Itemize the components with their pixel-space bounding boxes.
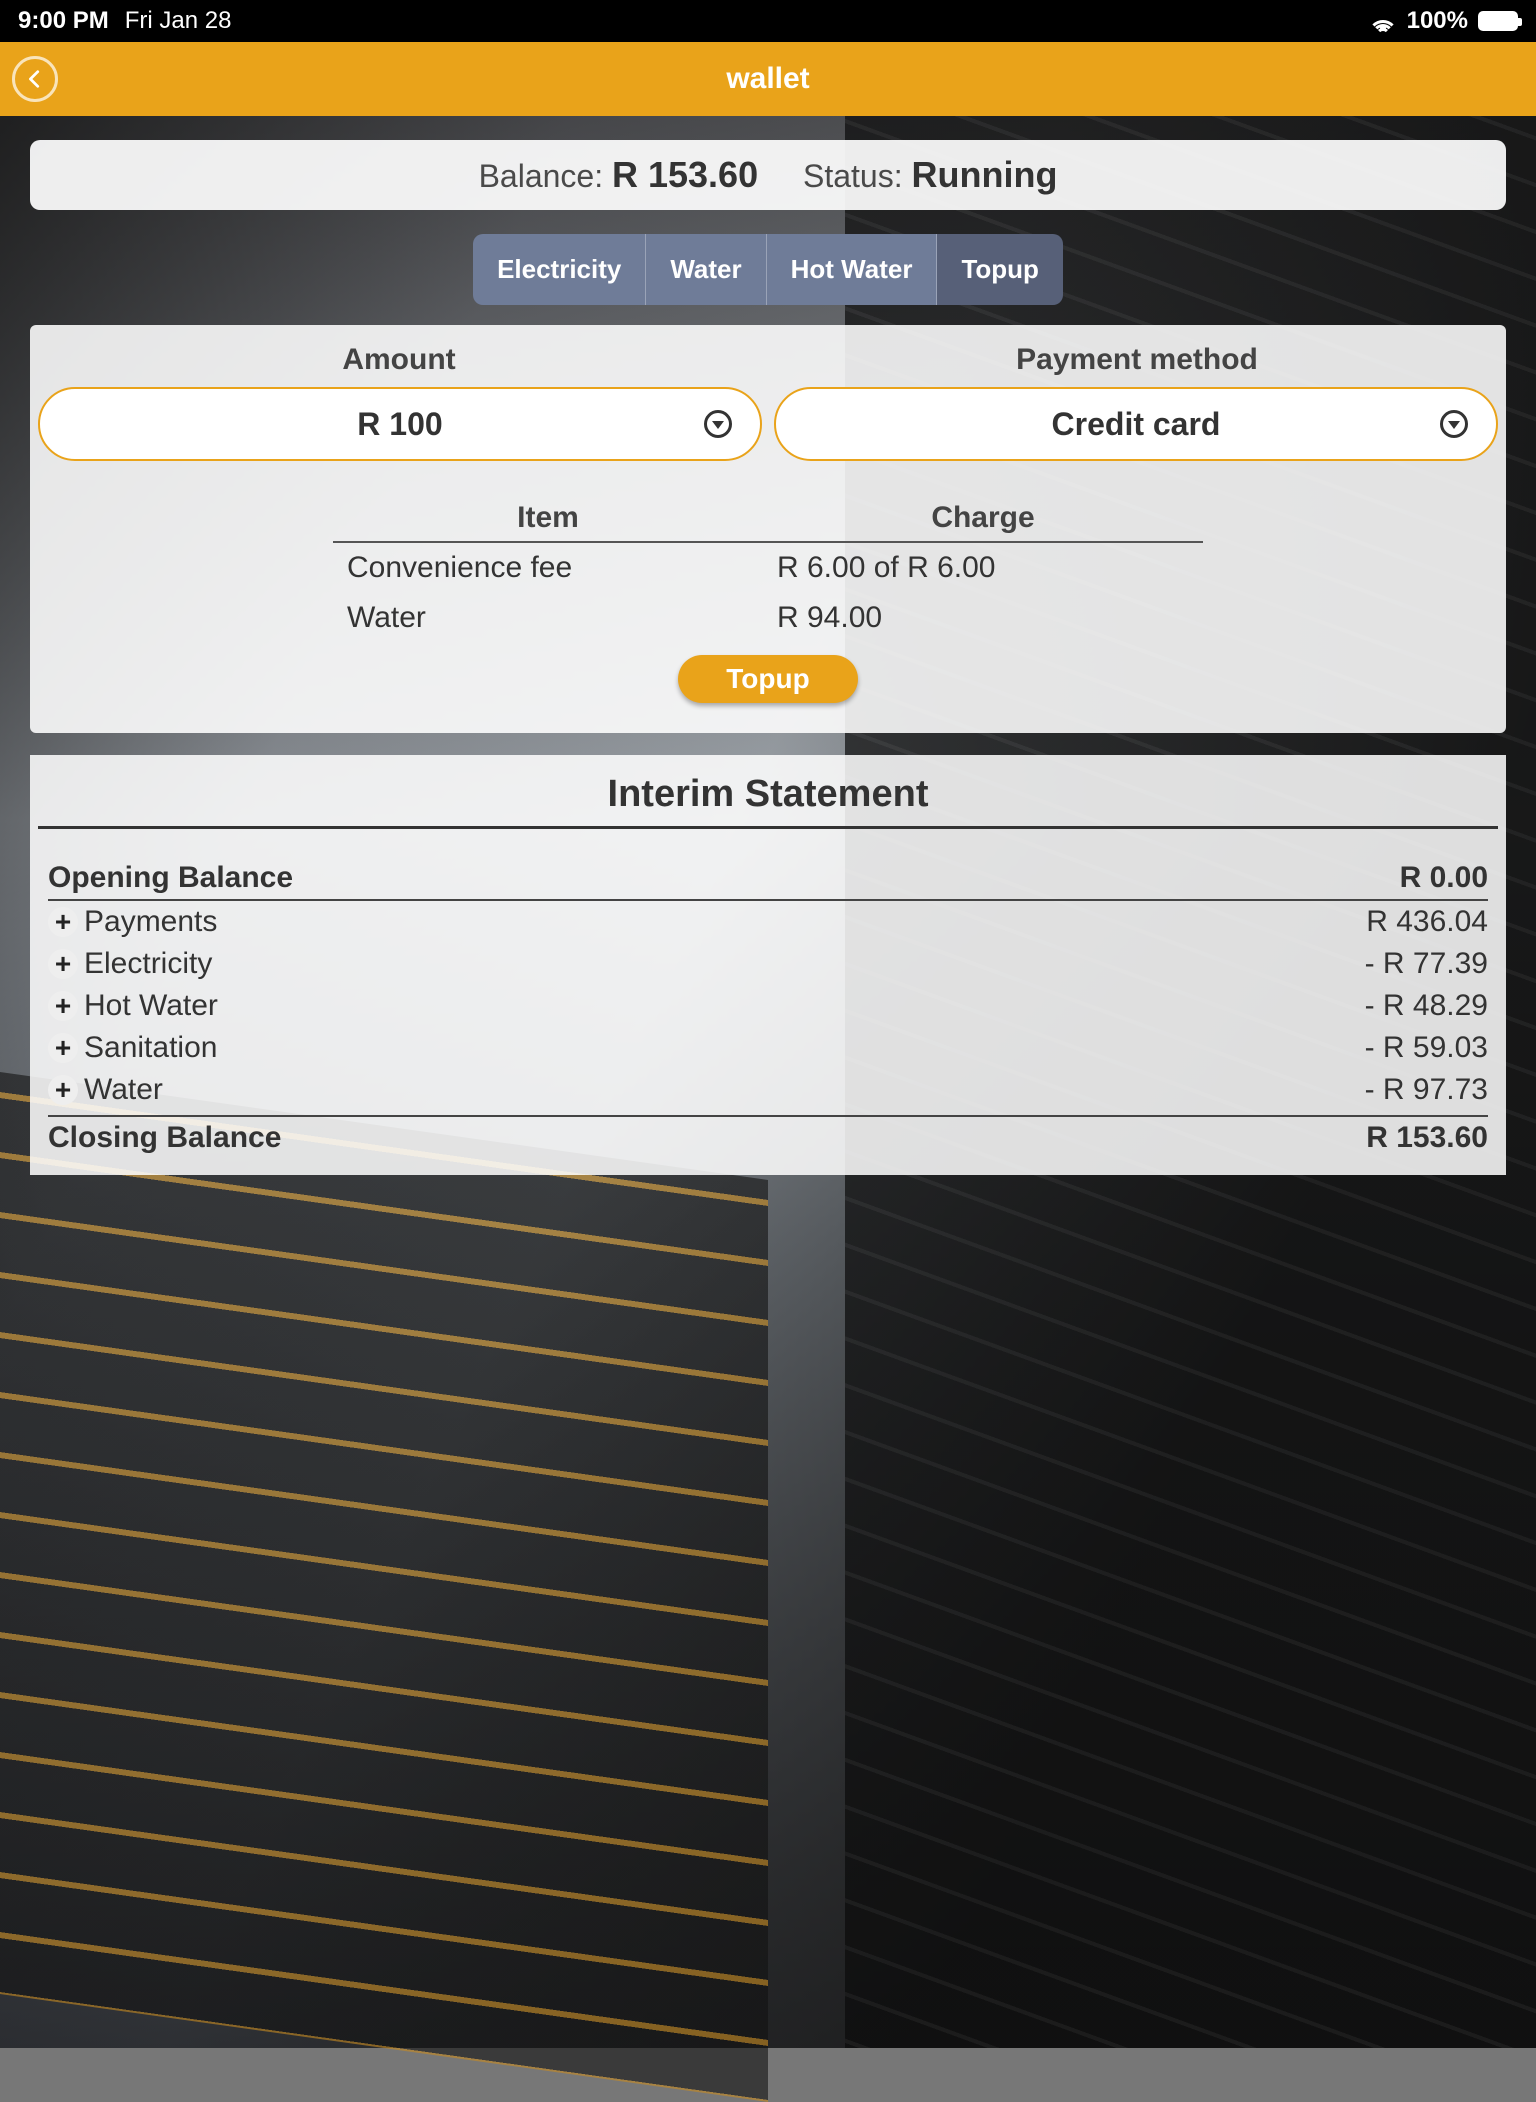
status-date: Fri Jan 28: [125, 7, 232, 35]
statement-item-label: Payments: [84, 905, 217, 939]
payment-method-label: Payment method: [768, 337, 1506, 387]
statement-item-row: + Hot Water - R 48.29: [30, 985, 1506, 1027]
page-title: wallet: [726, 62, 809, 96]
amount-selector[interactable]: R 100: [38, 387, 762, 461]
amount-value: R 100: [357, 406, 442, 443]
closing-balance-row: Closing Balance R 153.60: [30, 1117, 1506, 1159]
amount-label: Amount: [30, 337, 768, 387]
chevron-down-icon: [1440, 410, 1468, 438]
payment-method-value: Credit card: [1052, 406, 1221, 443]
expand-icon[interactable]: +: [48, 907, 78, 937]
statement-item-label: Water: [84, 1073, 163, 1107]
statement-item-row: + Payments R 436.04: [30, 901, 1506, 943]
battery-percent: 100%: [1407, 7, 1468, 35]
expand-icon[interactable]: +: [48, 1075, 78, 1105]
wifi-icon: [1369, 11, 1397, 31]
opening-balance-row: Opening Balance R 0.00: [48, 857, 1488, 901]
statement-item-label: Sanitation: [84, 1031, 217, 1065]
opening-balance-value: R 0.00: [1400, 861, 1488, 895]
charge-table: Item Charge Convenience fee R 6.00 of R …: [333, 501, 1203, 643]
status-label: Status:: [803, 158, 912, 194]
item-cell: Water: [333, 601, 763, 635]
statement-title: Interim Statement: [38, 773, 1498, 829]
status-value: Running: [911, 154, 1057, 195]
back-button[interactable]: [12, 56, 58, 102]
statement-item-row: + Water - R 97.73: [30, 1069, 1506, 1111]
tab-water[interactable]: Water: [646, 234, 766, 305]
status-bar: 9:00 PM Fri Jan 28 100%: [0, 0, 1536, 42]
item-cell: Convenience fee: [333, 551, 763, 585]
charge-header: Charge: [763, 501, 1203, 535]
item-header: Item: [333, 501, 763, 535]
expand-icon[interactable]: +: [48, 949, 78, 979]
statement-item-value: - R 48.29: [1365, 989, 1488, 1023]
battery-icon: [1478, 11, 1518, 31]
statement-item-label: Hot Water: [84, 989, 218, 1023]
opening-balance-label: Opening Balance: [48, 861, 293, 895]
status-time: 9:00 PM: [18, 7, 109, 35]
tab-electricity[interactable]: Electricity: [473, 234, 646, 305]
payment-method-selector[interactable]: Credit card: [774, 387, 1498, 461]
table-row: Water R 94.00: [333, 593, 1203, 643]
expand-icon[interactable]: +: [48, 991, 78, 1021]
balance-label: Balance:: [479, 158, 612, 194]
topup-panel: Amount Payment method R 100 Credit card …: [30, 325, 1506, 733]
statement-item-row: + Sanitation - R 59.03: [30, 1027, 1506, 1069]
charge-cell: R 94.00: [763, 601, 1203, 635]
interim-statement: Interim Statement Opening Balance R 0.00…: [30, 755, 1506, 1175]
back-arrow-icon: [24, 68, 46, 90]
statement-item-row: + Electricity - R 77.39: [30, 943, 1506, 985]
tab-bar: Electricity Water Hot Water Topup: [30, 234, 1506, 305]
closing-balance-value: R 153.60: [1366, 1121, 1488, 1155]
statement-item-value: - R 97.73: [1365, 1073, 1488, 1107]
chevron-down-icon: [704, 410, 732, 438]
statement-item-value: - R 77.39: [1365, 947, 1488, 981]
statement-item-value: R 436.04: [1366, 905, 1488, 939]
charge-cell: R 6.00 of R 6.00: [763, 551, 1203, 585]
expand-icon[interactable]: +: [48, 1033, 78, 1063]
topup-button[interactable]: Topup: [678, 655, 857, 703]
table-row: Convenience fee R 6.00 of R 6.00: [333, 543, 1203, 593]
tab-topup[interactable]: Topup: [937, 234, 1062, 305]
statement-item-label: Electricity: [84, 947, 212, 981]
nav-bar: wallet: [0, 42, 1536, 116]
closing-balance-label: Closing Balance: [48, 1121, 281, 1155]
tab-hot-water[interactable]: Hot Water: [767, 234, 938, 305]
balance-value: R 153.60: [612, 154, 758, 195]
statement-item-value: - R 59.03: [1365, 1031, 1488, 1065]
balance-status-card: Balance: R 153.60 Status: Running: [30, 140, 1506, 210]
